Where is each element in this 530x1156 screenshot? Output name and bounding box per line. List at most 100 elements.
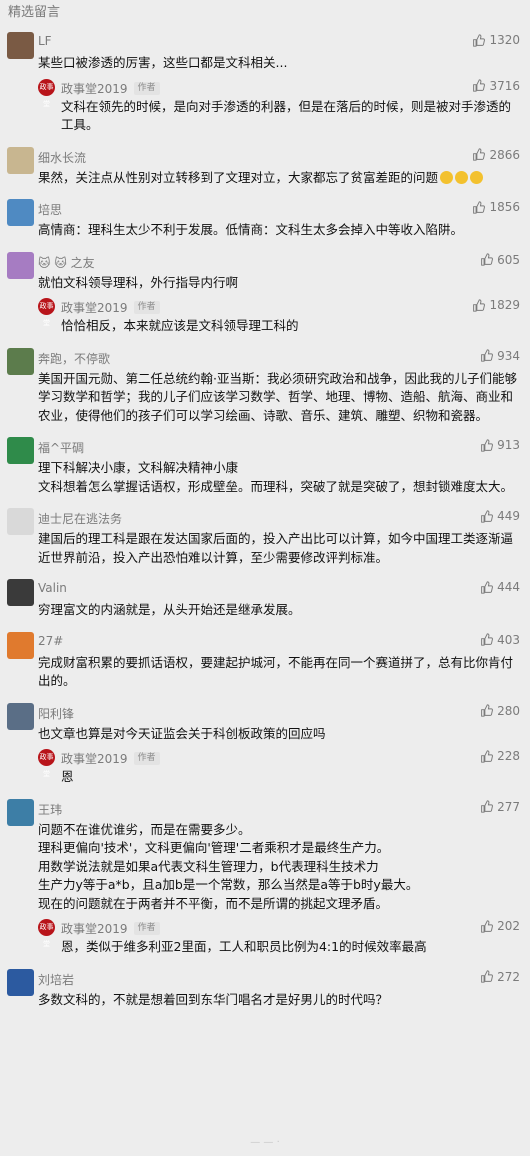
reply-like-button[interactable]: 202 (480, 919, 520, 933)
reply-header: 政事堂2019 作者 (61, 920, 160, 937)
like-count: 913 (497, 438, 520, 452)
avatar[interactable] (7, 631, 34, 659)
author-reply: 政事堂 政事堂2019 作者 3716 文科在领先的时候，是向对手渗透的利器，但… (38, 78, 520, 135)
like-count: 605 (497, 252, 520, 267)
reply-nickname: 政事堂2019 (61, 752, 128, 766)
comment-nickname[interactable]: 王玮 (38, 801, 62, 818)
comment-item: 培思 1856 高情商：理科生太少不利于发展。低情商：文科生太多会掉入中等收入陷阱。 (0, 193, 530, 246)
thumb-up-icon (473, 79, 486, 92)
thumb-up-icon (481, 919, 494, 933)
comment-text: 就怕文科领导理科，外行指导内行啊 (38, 254, 520, 293)
author-badge: 作者 (133, 301, 160, 314)
comment-item: 福^平碉 913 理下科解决小康，文科解决精神小康 文科想着怎么掌握话语权，形成壁垒… (0, 431, 530, 502)
thumb-up-icon (473, 200, 486, 214)
like-count: 202 (497, 919, 520, 933)
comment-text: 美国开国元勋、第二任总统约翰·亚当斯：我必须研究政治和战争，因此我的儿子们能够学… (38, 350, 520, 426)
reply-like-button[interactable]: 3716 (472, 79, 520, 93)
comment-item: 刘培岩 272 多数文科的，不就是想着回到东华门唱名才是好男儿的时代吗？ (0, 963, 530, 1016)
comment-text-content: 问题不在谁优谁劣，而是在需要多少。 理科更偏向'技术'，文科更偏向'管理'二者乘… (38, 821, 419, 911)
emoji-icon (455, 170, 469, 184)
comment-text-content: 果然，关注点从性别对立转移到了文理对立，大家都忘了贫富差距的问题 (38, 169, 439, 185)
avatar[interactable] (7, 508, 34, 535)
author-badge: 作者 (133, 922, 160, 935)
like-button[interactable]: 272 (480, 970, 520, 984)
like-button[interactable]: 2866 (472, 148, 520, 162)
comment-text: 理下科解决小康，文科解决精神小康 文科想着怎么掌握话语权，形成壁垒。而理科，突破… (38, 439, 520, 496)
comment-text-content: 高情商：理科生太少不利于发展。低情商：文科生太多会掉入中等收入陷阱。 (38, 222, 464, 237)
like-count: 2866 (489, 147, 520, 162)
emoji-icon (470, 170, 484, 184)
avatar[interactable] (7, 199, 34, 226)
comment-text-content: 理下科解决小康，文科解决精神小康 文科想着怎么掌握话语权，形成壁垒。而理科，突破… (38, 460, 514, 494)
comment-text: 问题不在谁优谁劣，而是在需要多少。 理科更偏向'技术'，文科更偏向'管理'二者乘… (38, 801, 520, 914)
comment-nickname[interactable]: LF (38, 34, 52, 48)
like-count: 280 (497, 703, 520, 718)
like-button[interactable]: 605 (480, 253, 520, 267)
section-title: 精选留言 (8, 5, 61, 20)
like-count: 1856 (489, 200, 520, 214)
avatar[interactable] (7, 32, 34, 59)
author-reply: 政事堂 政事堂2019 作者 228 恩 (38, 749, 520, 787)
like-button[interactable]: 1856 (472, 200, 520, 214)
comment-item: 🐱 🐱 之友 605 就怕文科领导理科，外行指导内行啊 政事堂 政事堂2019 作者… (0, 246, 530, 342)
avatar[interactable] (7, 347, 34, 375)
thumb-up-icon (481, 253, 494, 266)
comment-item: 王玮 277 问题不在谁优谁劣，而是在需要多少。 理科更偏向'技术'，文科更偏向'管… (0, 793, 530, 963)
comment-item: LF 1320 某些口被渗透的厉害，这些口都是文科相关... 政事堂 政事堂2019… (0, 26, 530, 141)
author-logo-icon: 政事堂 (38, 298, 55, 327)
like-count: 1829 (489, 298, 520, 312)
comment-text: 果然，关注点从性别对立转移到了文理对立，大家都忘了贫富差距的问题 (38, 149, 520, 188)
reply-like-button[interactable]: 228 (480, 749, 520, 763)
comment-text-content: 完成财富积累的要抓话语权，要建起护城河，不能再在同一个赛道拼了，总有比你肯付出的… (38, 654, 514, 689)
comment-nickname[interactable]: 细水长流 (38, 149, 86, 166)
reply-header: 政事堂2019 作者 (61, 80, 160, 97)
like-button[interactable]: 280 (480, 704, 520, 718)
avatar[interactable] (7, 798, 34, 826)
comment-nickname[interactable]: 迪士尼在逃法务 (38, 510, 122, 527)
like-button[interactable]: 1320 (472, 33, 520, 47)
comment-text: 高情商：理科生太少不利于发展。低情商：文科生太多会掉入中等收入陷阱。 (38, 201, 520, 240)
avatar[interactable] (7, 702, 34, 730)
like-button[interactable]: 934 (480, 349, 520, 363)
thumb-up-icon (473, 33, 486, 47)
avatar[interactable] (7, 968, 34, 996)
avatar[interactable] (7, 251, 34, 279)
reply-nickname: 政事堂2019 (61, 922, 128, 936)
comment-text: 穷理富文的内涵就是，从头开始还是继承发展。 (38, 581, 520, 620)
avatar[interactable] (7, 437, 34, 464)
like-button[interactable]: 277 (480, 800, 520, 814)
like-count: 444 (497, 580, 520, 594)
comment-item: 迪士尼在逃法务 449 建国后的理工科是跟在发达国家后面的，投入产出比可以计算，如今… (0, 502, 530, 573)
like-count: 403 (497, 632, 520, 647)
thumb-up-icon (481, 704, 494, 717)
thumb-up-icon (473, 148, 486, 161)
like-count: 277 (497, 799, 520, 814)
comment-nickname[interactable]: 27# (38, 634, 63, 648)
reply-like-button[interactable]: 1829 (472, 298, 520, 312)
thumb-up-icon (481, 749, 494, 763)
comment-nickname[interactable]: 培思 (38, 201, 62, 218)
avatar[interactable] (7, 579, 34, 606)
like-button[interactable]: 403 (480, 633, 520, 647)
comment-nickname[interactable]: 🐱 🐱 之友 (38, 254, 95, 271)
bottom-indicator: — — · (250, 1137, 280, 1148)
comment-item: 细水长流 2866 果然，关注点从性别对立转移到了文理对立，大家都忘了贫富差距的问题 (0, 141, 530, 194)
comment-nickname[interactable]: 刘培岩 (38, 971, 74, 988)
comment-text-content: 某些口被渗透的厉害，这些口都是文科相关... (38, 55, 288, 70)
like-count: 934 (497, 348, 520, 363)
author-badge: 作者 (133, 81, 160, 95)
reply-nickname: 政事堂2019 (61, 301, 128, 315)
like-button[interactable]: 449 (480, 509, 520, 523)
comment-nickname[interactable]: 阳利锋 (38, 705, 74, 722)
comment-nickname[interactable]: 福^平碉 (38, 439, 84, 456)
like-button[interactable]: 913 (480, 438, 520, 452)
comment-text-content: 建国后的理工科是跟在发达国家后面的，投入产出比可以计算，如今中国理工类逐渐逼近世… (38, 531, 514, 565)
comments-page: 精选留言 LF 1320 某些口被渗透的厉害，这些口都是文科相关... 政事堂 政事… (0, 0, 530, 1156)
comment-nickname[interactable]: 奔跑，不停歌 (38, 350, 110, 367)
comment-text: 也文章也算是对今天证监会关于科创板政策的回应吗 (38, 705, 520, 744)
comment-item: Valin 444 穷理富文的内涵就是，从头开始还是继承发展。 (0, 573, 530, 626)
comment-text: 多数文科的，不就是想着回到东华门唱名才是好男儿的时代吗？ (38, 971, 520, 1010)
avatar[interactable] (7, 146, 34, 174)
comment-nickname[interactable]: Valin (38, 581, 67, 595)
like-button[interactable]: 444 (480, 580, 520, 594)
